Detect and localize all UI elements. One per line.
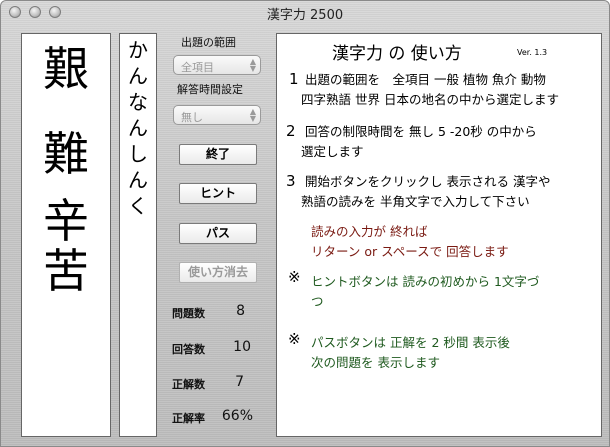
- reading-char: ん: [128, 64, 148, 88]
- help-title: 漢字力 の 使い方: [332, 44, 462, 64]
- time-select[interactable]: 無し ▲ ▼: [173, 105, 261, 125]
- window-title: 漢字力 2500: [266, 8, 344, 23]
- help-item2-line2: 選定します: [301, 144, 364, 159]
- reading-char: ん: [128, 116, 148, 140]
- answers-value: 10: [233, 339, 251, 355]
- range-label: 出題の範囲: [181, 36, 236, 49]
- item-number: 1: [289, 70, 299, 88]
- hint-note-line1: ヒントボタンは 読みの初めから 1文字づ: [311, 274, 540, 289]
- select-arrows-icon: ▲ ▼: [249, 57, 256, 73]
- hint-button[interactable]: ヒント: [179, 183, 257, 204]
- questions-value: 8: [236, 303, 245, 319]
- help-clear-button[interactable]: 使い方消去: [179, 262, 257, 283]
- help-item3-line2: 熟語の読みを 半角文字で入力して下さい: [301, 194, 530, 209]
- app-window: 漢字力 2500 艱 難 辛 苦 か ん な ん し ん く 出題の範囲 全項目…: [0, 0, 610, 447]
- reading-char: か: [128, 38, 148, 62]
- help-version: Ver. 1.3: [517, 48, 548, 57]
- kanji-char: 難: [43, 127, 89, 181]
- rate-label: 正解率: [172, 412, 205, 425]
- reading-display: か ん な ん し ん く: [119, 33, 157, 437]
- hint-note-line2: つ: [311, 294, 324, 309]
- kanji-char: 苦: [43, 244, 89, 298]
- help-panel: 漢字力 の 使い方 Ver. 1.3 1 出題の範囲を 全項目 一般 植物 魚介…: [276, 33, 602, 437]
- reading-char: し: [128, 142, 148, 166]
- reading-char: く: [128, 194, 148, 218]
- item-number: 2: [286, 122, 296, 140]
- title-bar: 漢字力 2500: [1, 1, 609, 23]
- pass-note-line2: 次の問題を 表示します: [311, 355, 440, 370]
- help-item1-line1: 出題の範囲を 全項目 一般 植物 魚介 動物: [305, 72, 546, 87]
- note-mark: ※: [288, 268, 301, 286]
- answers-label: 回答数: [172, 343, 205, 356]
- item-number: 3: [286, 172, 296, 190]
- kanji-char: 艱: [43, 42, 89, 96]
- reading-char: な: [128, 90, 148, 114]
- kanji-display: 艱 難 辛 苦: [21, 33, 111, 437]
- reading-char: ん: [128, 168, 148, 192]
- correct-value: 7: [235, 374, 244, 390]
- time-select-value: 無し: [181, 111, 203, 124]
- range-select-value: 全項目: [181, 61, 214, 74]
- rate-value: 66%: [221, 408, 253, 424]
- range-select[interactable]: 全項目 ▲ ▼: [173, 55, 261, 75]
- time-label: 解答時間設定: [177, 83, 243, 96]
- help-item3-line1: 開始ボタンをクリックし 表示される 漢字や: [305, 174, 551, 189]
- input-note-line1: 読みの入力が 終れば: [311, 224, 428, 239]
- input-note-line2: リターン or スペースで 回答します: [311, 244, 509, 259]
- kanji-char: 辛: [43, 194, 89, 248]
- pass-button[interactable]: パス: [179, 223, 257, 244]
- end-button[interactable]: 終了: [179, 144, 257, 165]
- help-item2-line1: 回答の制限時間を 無し 5 -20秒 の中から: [305, 124, 537, 139]
- help-item1-line2: 四字熟語 世界 日本の地名の中から選定します: [301, 92, 559, 107]
- pass-note-line1: パスボタンは 正解を 2 秒間 表示後: [311, 335, 510, 350]
- note-mark: ※: [288, 330, 301, 348]
- select-arrows-icon: ▲ ▼: [249, 107, 256, 123]
